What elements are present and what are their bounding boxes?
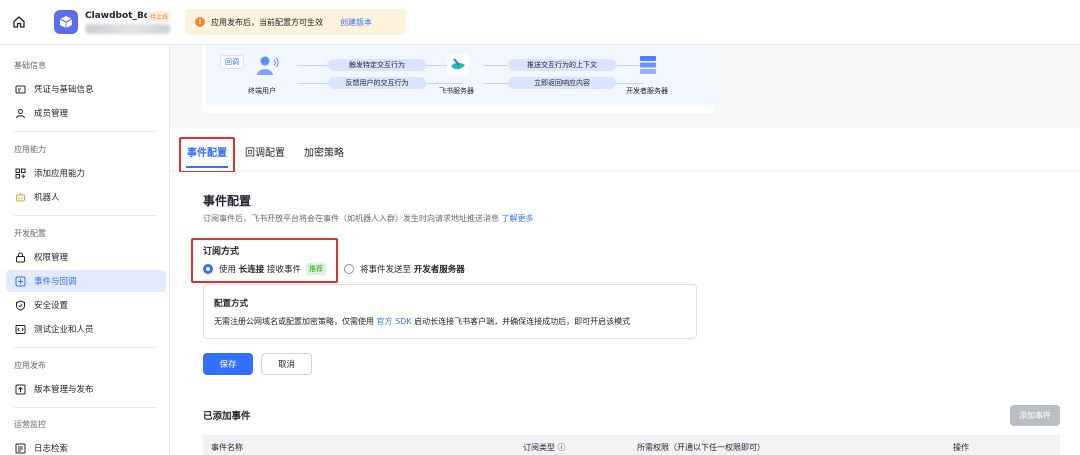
event-icon bbox=[15, 276, 26, 287]
sidebar-divider bbox=[14, 215, 156, 216]
feishu-server-label: 飞书服务器 bbox=[439, 87, 474, 95]
user-icon bbox=[15, 108, 26, 119]
flow-arrow-return-response: 立即返回响应内容 bbox=[508, 77, 616, 89]
feishu-logo-icon bbox=[447, 54, 469, 76]
code-icon bbox=[15, 324, 26, 335]
sidebar-item-label: 版本管理与发布 bbox=[34, 385, 94, 395]
column-header: 事件名称 bbox=[211, 443, 243, 452]
config-method-description: 无需注册公网域名或配置加密策略，仅需使用 官方 SDK 启动长连接飞书客户端，并… bbox=[214, 316, 630, 327]
sidebar-item-label: 测试企业和人员 bbox=[34, 325, 94, 335]
shield-icon bbox=[15, 299, 26, 311]
cancel-button[interactable]: 取消 bbox=[261, 353, 312, 375]
added-events-title: 已添加事件 bbox=[203, 411, 251, 422]
sidebar-item-version-publish[interactable]: 版本管理与发布 bbox=[6, 378, 166, 400]
sidebar-section-title: 基础信息 bbox=[14, 61, 46, 70]
sidebar-item-robot[interactable]: 机器人 bbox=[6, 186, 166, 208]
tab-encryption-strategy[interactable]: 加密策略 bbox=[304, 144, 344, 159]
sidebar-divider bbox=[14, 407, 156, 408]
publish-notice: ! 应用发布后，当前配置方可生效 创建版本 bbox=[185, 9, 406, 35]
sidebar-item-label: 安全设置 bbox=[34, 301, 69, 311]
sidebar-item-label: 添加应用能力 bbox=[34, 169, 86, 179]
flow-arrow-push-context: 推送交互行为的上下文 bbox=[508, 59, 616, 71]
robot-icon bbox=[15, 192, 26, 203]
sidebar-item-label: 机器人 bbox=[34, 193, 60, 203]
app-status-badge: 待上线 bbox=[147, 11, 172, 22]
top-bar: Clawdbot_Bot 待上线 ! 应用发布后，当前配置方可生效 创建版本 bbox=[0, 0, 1080, 45]
tab-callback-config[interactable]: 回调配置 bbox=[245, 144, 285, 159]
config-method-box: 配置方式 无需注册公网域名或配置加密策略，仅需使用 官方 SDK 启动长连接飞书… bbox=[203, 284, 697, 339]
app-subtitle-blurred bbox=[85, 24, 171, 34]
sidebar-item-log-search[interactable]: 日志检索 bbox=[6, 437, 166, 455]
sidebar-item-permissions[interactable]: 权限管理 bbox=[6, 246, 166, 268]
sidebar-item-add-capability[interactable]: 添加应用能力 bbox=[6, 162, 166, 184]
callback-flow-diagram: 回调 终端用户 触发特定交互行为 反馈用户的交互行为 飞书服务器 推送交互行为的… bbox=[202, 45, 716, 113]
sidebar-item-label: 凭证与基础信息 bbox=[34, 85, 94, 95]
app-logo bbox=[54, 10, 78, 34]
sidebar-item-label: 成员管理 bbox=[34, 109, 69, 119]
events-table-header: 事件名称 订阅类型 ⓘ 所需权限（开通以下任一权限即可） 操作 bbox=[203, 435, 1060, 455]
option-bold: 开发者服务器 bbox=[413, 265, 465, 275]
page-title: 事件配置 bbox=[203, 194, 252, 208]
description-text: 订阅事件后，飞书开放平台将会在事件（如机器人入群）发生时向请求地址推送消息 bbox=[203, 214, 499, 223]
upload-icon bbox=[15, 384, 26, 395]
event-config-panel: 事件配置 订阅事件后，飞书开放平台将会在事件（如机器人入群）发生时向请求地址推送… bbox=[170, 172, 1080, 455]
end-user-label: 终端用户 bbox=[248, 87, 276, 95]
developer-server-icon bbox=[640, 56, 656, 74]
main-area: 回调 终端用户 触发特定交互行为 反馈用户的交互行为 飞书服务器 推送交互行为的… bbox=[170, 45, 1080, 455]
log-icon bbox=[15, 443, 26, 454]
end-user-icon bbox=[257, 56, 279, 75]
highlight-box-tab bbox=[179, 137, 235, 173]
add-capability-icon bbox=[15, 168, 26, 179]
home-icon[interactable] bbox=[12, 15, 26, 29]
sidebar-section-title: 运营监控 bbox=[14, 420, 46, 429]
warning-icon: ! bbox=[195, 17, 205, 27]
column-header: 操作 bbox=[953, 443, 969, 452]
sidebar-item-test-tenants[interactable]: 测试企业和人员 bbox=[6, 318, 166, 340]
config-method-title: 配置方式 bbox=[214, 299, 249, 309]
tab-bar: 事件配置 回调配置 加密策略 bbox=[170, 128, 1080, 170]
config-text: 无需注册公网域名或配置加密策略，仅需使用 bbox=[214, 317, 374, 326]
sidebar-section-title: 应用能力 bbox=[14, 145, 46, 154]
official-sdk-link[interactable]: 官方 SDK bbox=[377, 317, 412, 326]
learn-more-link[interactable]: 了解更多 bbox=[502, 214, 534, 223]
save-button[interactable]: 保存 bbox=[203, 353, 253, 375]
notice-text: 应用发布后，当前配置方可生效 bbox=[211, 17, 323, 27]
add-event-button[interactable]: 添加事件 bbox=[1010, 405, 1060, 426]
radio-unselected[interactable] bbox=[344, 264, 354, 274]
developer-server-label: 开发者服务器 bbox=[626, 87, 668, 95]
page-description: 订阅事件后，飞书开放平台将会在事件（如机器人入群）发生时向请求地址推送消息 了解… bbox=[203, 213, 534, 224]
sidebar-item-security[interactable]: 安全设置 bbox=[6, 294, 166, 316]
credential-icon bbox=[15, 84, 26, 95]
lock-icon bbox=[15, 252, 26, 263]
option-text: 将事件发送至 bbox=[360, 265, 412, 275]
sidebar-item-label: 日志检索 bbox=[34, 444, 69, 454]
app-name: Clawdbot_Bot bbox=[85, 11, 155, 21]
option-developer-server[interactable]: 将事件发送至 开发者服务器 bbox=[344, 263, 465, 275]
config-text: 启动长连接飞书客户端，并确保连接成功后，即可开启该模式 bbox=[414, 317, 631, 326]
callback-tag: 回调 bbox=[220, 55, 244, 69]
sidebar-section-title: 开发配置 bbox=[14, 229, 46, 238]
sidebar-section-title: 应用发布 bbox=[14, 361, 46, 370]
column-header: 订阅类型 ⓘ bbox=[523, 443, 566, 452]
sidebar-divider bbox=[14, 131, 156, 132]
sidebar-item-label: 事件与回调 bbox=[34, 277, 77, 287]
sidebar-item-credentials[interactable]: 凭证与基础信息 bbox=[6, 78, 166, 100]
create-version-link[interactable]: 创建版本 bbox=[340, 17, 372, 28]
highlight-box-subscription bbox=[191, 238, 338, 283]
sidebar-item-members[interactable]: 成员管理 bbox=[6, 102, 166, 124]
flow-arrow-trigger: 触发特定交互行为 bbox=[328, 59, 426, 71]
sidebar-divider bbox=[14, 347, 156, 348]
flow-arrow-feedback: 反馈用户的交互行为 bbox=[328, 77, 426, 89]
sidebar: 基础信息 凭证与基础信息 成员管理 应用能力 添加应用能力 机器人 开发配置 权… bbox=[0, 45, 170, 455]
sidebar-item-label: 权限管理 bbox=[34, 253, 69, 263]
column-header: 所需权限（开通以下任一权限即可） bbox=[637, 443, 765, 452]
sidebar-item-events-callbacks[interactable]: 事件与回调 bbox=[6, 270, 166, 292]
